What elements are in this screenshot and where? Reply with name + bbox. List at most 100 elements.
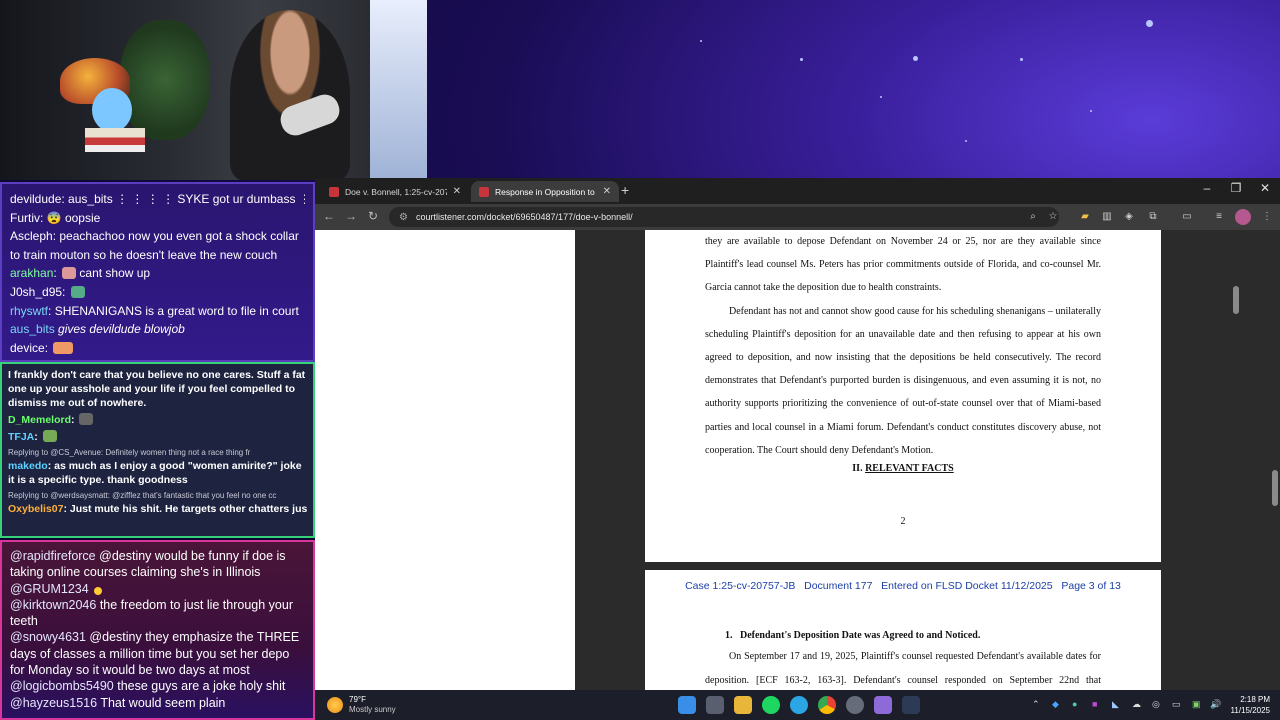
forward-icon[interactable]: → xyxy=(343,209,359,223)
pdf-page: they are available to depose Defendant o… xyxy=(645,230,1161,562)
app-icon[interactable] xyxy=(874,696,892,714)
weather-widget[interactable]: 79°F Mostly sunny xyxy=(327,695,396,715)
tab-response[interactable]: Response in Opposition to Mot ✕ xyxy=(471,181,619,202)
minimize-icon[interactable]: – xyxy=(1193,181,1221,195)
chat-line: aus_bits gives devildude blowjob xyxy=(10,320,305,339)
time: 2:18 PM xyxy=(1240,695,1270,704)
extension-icon[interactable]: ◈ xyxy=(1121,209,1137,225)
emote-icon xyxy=(42,430,57,442)
trash-icon[interactable]: ▥ xyxy=(1099,209,1115,225)
window xyxy=(370,0,427,180)
chat-text: Just mute his shit. He targets other cha… xyxy=(69,503,307,515)
chat-username: makedo xyxy=(8,460,48,472)
chat-username: Ascleph xyxy=(10,229,53,244)
clock[interactable]: 2:18 PM 11/15/2025 xyxy=(1231,694,1270,716)
chat-reply: Replying to @CS_Avenue: Definitely women… xyxy=(8,448,251,457)
chat-username: J0sh_d95 xyxy=(10,284,63,299)
file-explorer-icon[interactable] xyxy=(734,696,752,714)
document-paragraph: On September 17 and 19, 2025, Plaintiff'… xyxy=(705,651,1101,686)
chevron-up-icon[interactable]: ⌃ xyxy=(1032,699,1040,710)
chat-text: gives devildude blowjob xyxy=(58,322,185,337)
restore-icon[interactable]: ❐ xyxy=(1222,181,1250,195)
tray-app-icon[interactable]: ◎ xyxy=(1152,699,1160,710)
url-text: courtlistener.com/docket/69650487/177/do… xyxy=(415,212,633,222)
chat-username: Oxybelis07 xyxy=(8,503,64,515)
weather-condition: Mostly sunny xyxy=(349,705,396,714)
menu-icon[interactable]: ⋮ xyxy=(1259,209,1275,225)
chat-line: devildude: aus_bits ⋮ ⋮ ⋮ ⋮ SYKE got ur … xyxy=(10,190,305,209)
blank-panel xyxy=(315,230,575,690)
back-icon[interactable]: ← xyxy=(321,209,337,223)
temperature: 79°F xyxy=(349,695,366,704)
close-icon[interactable]: ✕ xyxy=(453,186,461,197)
close-window-icon[interactable]: ✕ xyxy=(1251,181,1279,195)
section-title: RELEVANT FACTS xyxy=(865,463,954,475)
display-icon[interactable]: ▭ xyxy=(1172,699,1181,710)
emote-icon xyxy=(53,341,74,354)
spotify-icon[interactable] xyxy=(762,696,780,714)
obs-icon[interactable] xyxy=(846,696,864,714)
tab-title: Response in Opposition to Mot xyxy=(495,186,597,197)
chat-line: Ascleph: peachachoo now you even got a s… xyxy=(10,229,299,262)
tray-app-icon[interactable]: ▣ xyxy=(1192,699,1201,710)
address-bar[interactable]: ⚙ courtlistener.com/docket/69650487/177/… xyxy=(389,207,1059,227)
media-icon[interactable]: ≡ xyxy=(1211,209,1227,225)
chat-line: makedo: as much as I enjoy a good "women… xyxy=(8,460,302,486)
tray-app-icon[interactable]: ◣ xyxy=(1112,699,1119,710)
emote-icon xyxy=(79,413,94,425)
chat-line: @hayzeus1516 That would seem plain xyxy=(10,695,305,711)
chat-username: @logicbombs5490 xyxy=(10,679,114,694)
profile-avatar[interactable] xyxy=(1235,209,1251,225)
document-paragraph: Defendant has not and cannot show good c… xyxy=(705,305,1101,456)
chat-line: @logicbombs5490 these guys are a joke ho… xyxy=(10,678,305,694)
new-tab-icon[interactable]: + xyxy=(621,182,629,198)
section-heading: II. RELEVANT FACTS xyxy=(645,463,1161,474)
page-scrollbar-thumb[interactable] xyxy=(1233,286,1239,314)
steam-icon[interactable] xyxy=(902,696,920,714)
edge-icon[interactable] xyxy=(790,696,808,714)
emote-icon xyxy=(62,267,77,280)
start-icon[interactable] xyxy=(678,696,696,714)
tray-app-icon[interactable]: ● xyxy=(1072,699,1077,709)
puzzle-icon[interactable]: ⧉ xyxy=(1145,209,1161,225)
chat-line: device: xyxy=(10,339,305,358)
pdf-viewer: they are available to depose Defendant o… xyxy=(315,230,1280,690)
tray-app-icon[interactable]: ◆ xyxy=(1052,699,1059,710)
folder-icon[interactable]: ▰ xyxy=(1077,209,1093,225)
chat-username: @hayzeus1516 xyxy=(10,695,98,710)
emote-icon xyxy=(70,285,85,298)
case-header: Case 1:25-cv-20757-JB Document 177 Enter… xyxy=(685,580,1121,592)
tab-docket[interactable]: Doe v. Bonnell, 1:25-cv-20757 - ✕ xyxy=(321,181,469,202)
scrollbar[interactable] xyxy=(1270,230,1280,690)
volume-icon[interactable]: 🔊 xyxy=(1210,699,1221,710)
tray-app-icon[interactable]: ■ xyxy=(1092,699,1097,709)
zoom-icon[interactable]: ⌕ xyxy=(1025,209,1041,225)
emote-icon xyxy=(94,586,103,595)
chat-username: rhyswtf xyxy=(10,303,49,318)
chat-text: cant show up xyxy=(79,266,151,281)
chat-username: @kirktown2046 xyxy=(10,597,97,612)
site-info-icon[interactable]: ⚙ xyxy=(399,212,408,223)
task-view-icon[interactable] xyxy=(706,696,724,714)
chrome-icon[interactable] xyxy=(818,696,836,714)
chat-line: Furtiv: 😨 oopsie xyxy=(10,210,101,225)
reload-icon[interactable]: ↻ xyxy=(365,209,381,223)
chat-line: arakhan: cant show up xyxy=(10,266,151,281)
bookmark-star-icon[interactable]: ☆ xyxy=(1045,209,1061,225)
chat-username: arakhan xyxy=(10,266,54,281)
section-number: II. xyxy=(852,463,863,475)
scrollbar-thumb[interactable] xyxy=(1272,470,1278,506)
chat-line: @GRUM1234 xyxy=(10,581,305,597)
chat-username: TFJA xyxy=(8,431,35,443)
close-icon[interactable]: ✕ xyxy=(603,186,611,197)
streamer xyxy=(230,10,350,180)
chat-line: @rapidfireforce @destiny would be funny … xyxy=(10,548,305,581)
books xyxy=(85,128,145,152)
sidebar-icon[interactable]: ▭ xyxy=(1179,209,1195,225)
chat-text: aus_bits ⋮ ⋮ ⋮ ⋮ SYKE got ur dumbass ⋮ ⋮ xyxy=(68,192,305,206)
chat-username: device xyxy=(10,340,45,355)
chat-text: I frankly don't care that you believe no… xyxy=(8,369,306,409)
chat-text: as much as I enjoy a good "women amirite… xyxy=(8,460,302,486)
chat-overlay-bottom: @rapidfireforce @destiny would be funny … xyxy=(0,540,315,720)
tray-app-icon[interactable]: ☁ xyxy=(1132,699,1141,710)
